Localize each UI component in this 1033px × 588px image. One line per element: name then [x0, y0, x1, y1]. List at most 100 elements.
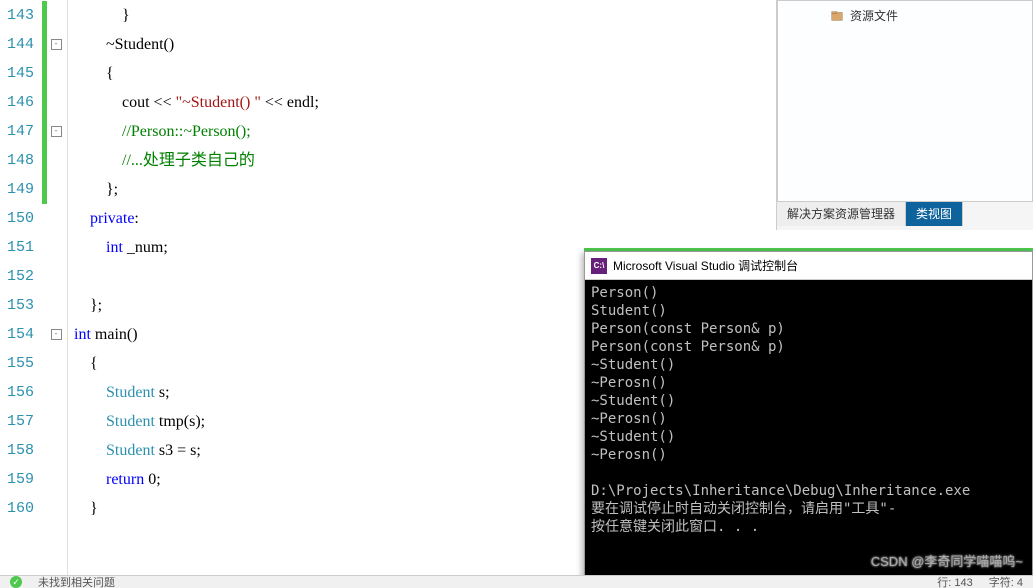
- token-type: Student: [106, 384, 155, 401]
- gutter-line: 159: [0, 465, 67, 494]
- watermark: CSDN @李奇同学喵喵呜~: [871, 551, 1023, 570]
- token-txt: main(): [91, 326, 138, 343]
- token-txt: }: [122, 7, 130, 24]
- gutter-line: 152: [0, 262, 67, 291]
- code-line[interactable]: cout << "~Student() " << endl;: [68, 88, 775, 117]
- tree-item-label: 资源文件: [850, 7, 898, 24]
- tree-item-resources[interactable]: 资源文件: [790, 7, 1020, 24]
- folder-icon: [830, 9, 844, 23]
- fold-column: -: [47, 39, 65, 50]
- token-txt: };: [90, 297, 102, 314]
- line-number: 145: [0, 65, 40, 82]
- change-marker: [42, 465, 47, 494]
- gutter-line: 145: [0, 59, 67, 88]
- token-txt: {: [90, 355, 98, 372]
- token-txt: s;: [155, 384, 170, 401]
- code-line[interactable]: };: [68, 175, 775, 204]
- status-col: 字符: 4: [989, 575, 1023, 588]
- panel-tabs: 解决方案资源管理器 类视图: [777, 202, 1033, 226]
- console-line: Person(const Person& p): [591, 320, 1026, 338]
- line-number: 150: [0, 210, 40, 227]
- gutter-line: 158: [0, 436, 67, 465]
- change-marker: [42, 378, 47, 407]
- console-line: ~Student(): [591, 356, 1026, 374]
- console-line: ~Perosn(): [591, 446, 1026, 464]
- gutter-line: 156: [0, 378, 67, 407]
- change-marker: [42, 146, 47, 175]
- console-line: ~Perosn(): [591, 374, 1026, 392]
- gutter-line: 157: [0, 407, 67, 436]
- token-kw: return: [106, 471, 144, 488]
- change-marker: [42, 349, 47, 378]
- change-marker: [42, 291, 47, 320]
- line-number: 155: [0, 355, 40, 372]
- console-titlebar[interactable]: C:\ Microsoft Visual Studio 调试控制台: [585, 252, 1032, 280]
- change-marker: [42, 59, 47, 88]
- gutter-line: 148: [0, 146, 67, 175]
- console-output[interactable]: Person()Student()Person(const Person& p)…: [585, 280, 1032, 540]
- line-number: 148: [0, 152, 40, 169]
- token-txt: };: [106, 181, 118, 198]
- change-marker: [42, 407, 47, 436]
- console-line: Person(const Person& p): [591, 338, 1026, 356]
- token-type: Student: [106, 442, 155, 459]
- gutter-line: 150: [0, 204, 67, 233]
- gutter-line: 155: [0, 349, 67, 378]
- fold-toggle-icon[interactable]: -: [51, 126, 62, 137]
- token-txt: :: [134, 210, 138, 227]
- code-line[interactable]: {: [68, 59, 775, 88]
- token-txt: cout <<: [122, 94, 176, 111]
- change-marker: [42, 233, 47, 262]
- fold-toggle-icon[interactable]: -: [51, 39, 62, 50]
- console-line: ~Student(): [591, 392, 1026, 410]
- line-number: 158: [0, 442, 40, 459]
- line-number: 143: [0, 7, 40, 24]
- change-marker: [42, 494, 47, 523]
- gutter: 143144-145146147-148149150151152153154-1…: [0, 0, 68, 575]
- gutter-line: 154-: [0, 320, 67, 349]
- code-line[interactable]: //...处理子类自己的: [68, 146, 775, 175]
- token-txt: tmp(s);: [155, 413, 205, 430]
- code-line[interactable]: }: [68, 1, 775, 30]
- status-line: 行: 143: [937, 575, 972, 588]
- line-number: 146: [0, 94, 40, 111]
- token-txt: ~Student(): [106, 36, 174, 53]
- status-bar: ✓ 未找到相关问题 行: 143 字符: 4: [0, 575, 1033, 588]
- line-number: 144: [0, 36, 40, 53]
- change-marker: [42, 436, 47, 465]
- token-str: "~Student() ": [176, 94, 261, 111]
- status-issues: 未找到相关问题: [38, 575, 115, 588]
- fold-toggle-icon[interactable]: -: [51, 329, 62, 340]
- debug-console-window[interactable]: C:\ Microsoft Visual Studio 调试控制台 Person…: [584, 251, 1033, 588]
- console-line: Person(): [591, 284, 1026, 302]
- token-txt: {: [106, 65, 114, 82]
- change-marker: [42, 88, 47, 117]
- console-line: Student(): [591, 302, 1026, 320]
- token-kw: int: [106, 239, 123, 256]
- console-line: D:\Projects\Inheritance\Debug\Inheritanc…: [591, 482, 1026, 500]
- console-line: [591, 464, 1026, 482]
- gutter-line: 153: [0, 291, 67, 320]
- token-txt: 0;: [144, 471, 160, 488]
- line-number: 149: [0, 181, 40, 198]
- gutter-line: 144-: [0, 30, 67, 59]
- tab-solution-explorer[interactable]: 解决方案资源管理器: [777, 202, 906, 226]
- code-line[interactable]: //Person::~Person();: [68, 117, 775, 146]
- code-line[interactable]: ~Student(): [68, 30, 775, 59]
- token-comment: //...处理子类自己的: [122, 152, 255, 169]
- gutter-line: 149: [0, 175, 67, 204]
- gutter-line: 146: [0, 88, 67, 117]
- tab-class-view[interactable]: 类视图: [906, 202, 963, 226]
- token-txt: << endl;: [261, 94, 319, 111]
- console-title: Microsoft Visual Studio 调试控制台: [613, 257, 798, 274]
- token-comment: //Person::~Person();: [122, 123, 251, 140]
- line-number: 151: [0, 239, 40, 256]
- solution-tree[interactable]: 资源文件: [777, 0, 1033, 202]
- gutter-line: 143: [0, 1, 67, 30]
- line-number: 153: [0, 297, 40, 314]
- gutter-line: 147-: [0, 117, 67, 146]
- token-txt: _num;: [123, 239, 168, 256]
- check-icon: ✓: [10, 576, 22, 588]
- change-marker: [42, 175, 47, 204]
- code-line[interactable]: private:: [68, 204, 775, 233]
